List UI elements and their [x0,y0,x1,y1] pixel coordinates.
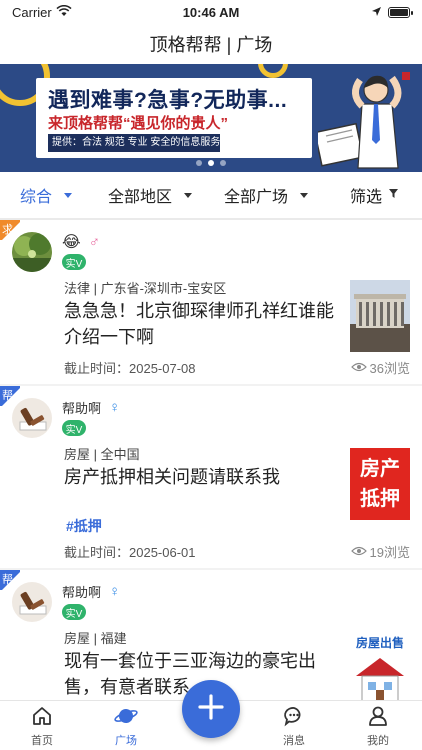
female-gender-icon: ♀ [109,399,121,416]
author-name[interactable]: 帮助啊 [62,582,101,601]
filter-screen[interactable]: 筛选 [350,183,399,207]
planet-icon [114,705,138,730]
caret-down-icon [64,192,73,198]
filter-region[interactable]: 全部地区 [108,183,193,207]
avatar[interactable] [12,398,52,438]
wifi-icon [56,4,72,20]
post-thumbnail[interactable] [350,280,410,352]
avatar[interactable] [12,232,52,272]
views-count: 19浏览 [350,542,410,561]
post-tag[interactable]: #抵押 [66,516,102,536]
tab-label: 广场 [115,735,137,747]
filter-label: 综合 [20,189,53,206]
author-row: 😂 ♂ [62,232,100,252]
verified-badge: 实V [62,604,86,620]
filter-label: 全部广场 [224,189,289,206]
filter-label: 全部地区 [108,189,173,206]
carrier-label: Carrier [12,4,52,20]
post-title[interactable]: 急急急！北京御琛律师孔祥红谁能介绍一下啊 [64,298,340,350]
author-name[interactable]: 帮助啊 [62,398,101,417]
ribbon-label: 帮 [2,574,13,586]
ribbon-label: 求 [2,224,13,236]
tab-profile[interactable]: 我的 [348,705,408,748]
male-gender-icon: ♂ [88,233,100,251]
verified-badge: 实V [62,254,86,270]
tab-label: 我的 [367,735,389,747]
post-card[interactable]: 帮 帮助啊 ♀ 实V 房屋 | 全中国 房产抵押相关问题请联系我 #抵押 截止时… [0,386,422,568]
post-thumbnail[interactable]: 房屋出售 [350,632,410,704]
plus-icon [196,692,226,727]
post-title[interactable]: 房产抵押相关问题请联系我 [64,464,340,490]
banner-pagination[interactable] [0,160,422,166]
promo-banner[interactable]: 遇到难事?急事?无助事... 来顶格帮帮“遇见你的贵人” 提供：合法 规范 专业… [0,64,422,172]
filter-bar: 综合 全部地区 全部广场 筛选 [0,172,422,218]
ribbon-label: 帮 [2,390,13,402]
post-category: 房屋 | 福建 [64,631,127,646]
pagination-dot[interactable] [220,160,226,166]
thumbnail-text: 抵押 [360,488,400,510]
tab-label: 消息 [283,735,305,747]
pagination-dot-active[interactable] [208,160,214,166]
publish-button[interactable] [182,680,240,738]
page-title: 顶格帮帮 | 广场 [149,35,273,55]
avatar[interactable] [12,582,52,622]
views-label: 19浏览 [369,545,410,560]
filter-square[interactable]: 全部广场 [224,183,309,207]
post-deadline: 截止时间：2025-07-08 [64,361,196,376]
post-category: 房屋 | 全中国 [64,447,140,462]
tab-home[interactable]: 首页 [12,705,72,748]
filter-funnel-icon [388,186,399,204]
verified-badge: 实V [62,420,86,436]
author-name[interactable]: 😂 [62,232,81,252]
home-icon [31,705,53,730]
worried-man-illustration [318,72,410,169]
post-card[interactable]: 求 😂 ♂ 实V 法律 | 广东省-深圳市-宝安区 急急急！北京御琛律师孔祥红谁… [0,220,422,384]
location-arrow-icon [371,5,382,20]
eye-icon [350,360,367,375]
battery-icon [388,6,413,18]
banner-headline: 遇到难事?急事?无助事... [48,89,288,112]
status-bar: Carrier 10:46 AM [0,0,422,24]
thumbnail-text: 房屋出售 [355,636,404,650]
thumbnail-text: 房产 [360,458,400,480]
author-row: 帮助啊 ♀ [62,398,120,417]
tab-label: 首页 [31,735,53,747]
author-row: 帮助啊 ♀ [62,582,120,601]
pagination-dot[interactable] [196,160,202,166]
decor-ring [258,64,288,78]
message-icon [283,705,305,730]
tab-messages[interactable]: 消息 [264,705,324,748]
filter-label: 筛选 [350,189,383,206]
female-gender-icon: ♀ [109,583,121,600]
profile-icon [367,705,389,730]
views-label: 36浏览 [369,361,410,376]
banner-subline: 来顶格帮帮“遇见你的贵人” [48,115,229,132]
views-count: 36浏览 [350,358,410,377]
filter-comprehensive[interactable]: 综合 [20,183,73,207]
post-category: 法律 | 广东省-深圳市-宝安区 [64,281,227,296]
post-thumbnail[interactable]: 房产 抵押 [350,448,410,520]
caret-down-icon [300,192,309,198]
caret-down-icon [184,192,193,198]
tab-square[interactable]: 广场 [96,705,156,748]
nav-bar: 顶格帮帮 | 广场 [0,24,422,64]
post-deadline: 截止时间：2025-06-01 [64,545,196,560]
eye-icon [350,544,367,559]
app-screen: Carrier 10:46 AM 顶格帮帮 | 广场 遇到难事?急事?无助事..… [0,0,422,750]
banner-tagline: 提供：合法 规范 专业 安全的信息服务 [48,134,220,152]
